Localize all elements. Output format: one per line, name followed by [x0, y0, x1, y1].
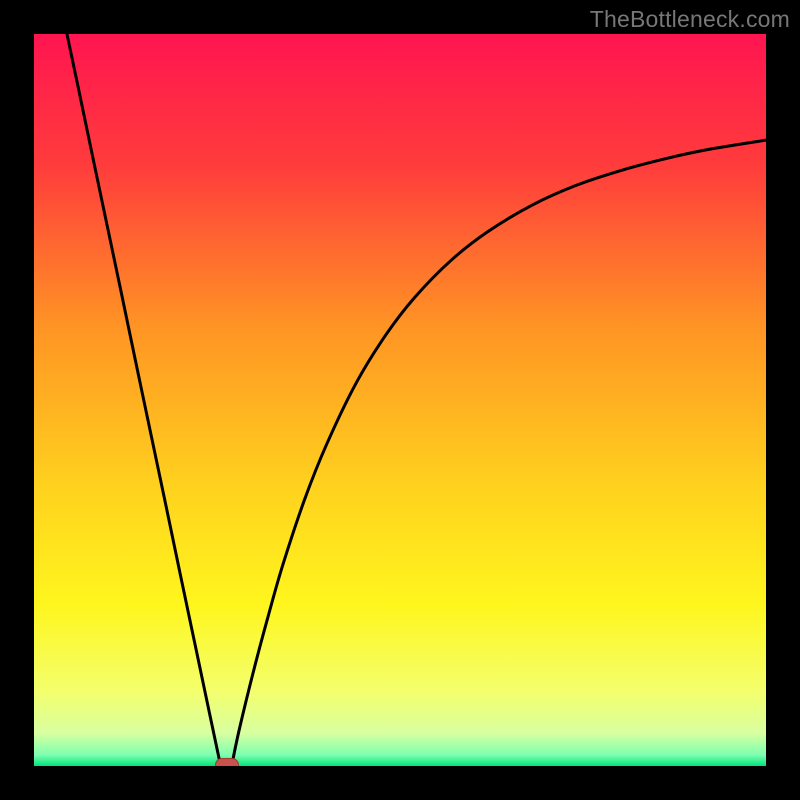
chart-frame: TheBottleneck.com	[0, 0, 800, 800]
optimum-marker	[215, 758, 239, 766]
plot-area	[34, 34, 766, 766]
bottleneck-curve	[34, 34, 766, 766]
watermark-text: TheBottleneck.com	[590, 6, 790, 33]
